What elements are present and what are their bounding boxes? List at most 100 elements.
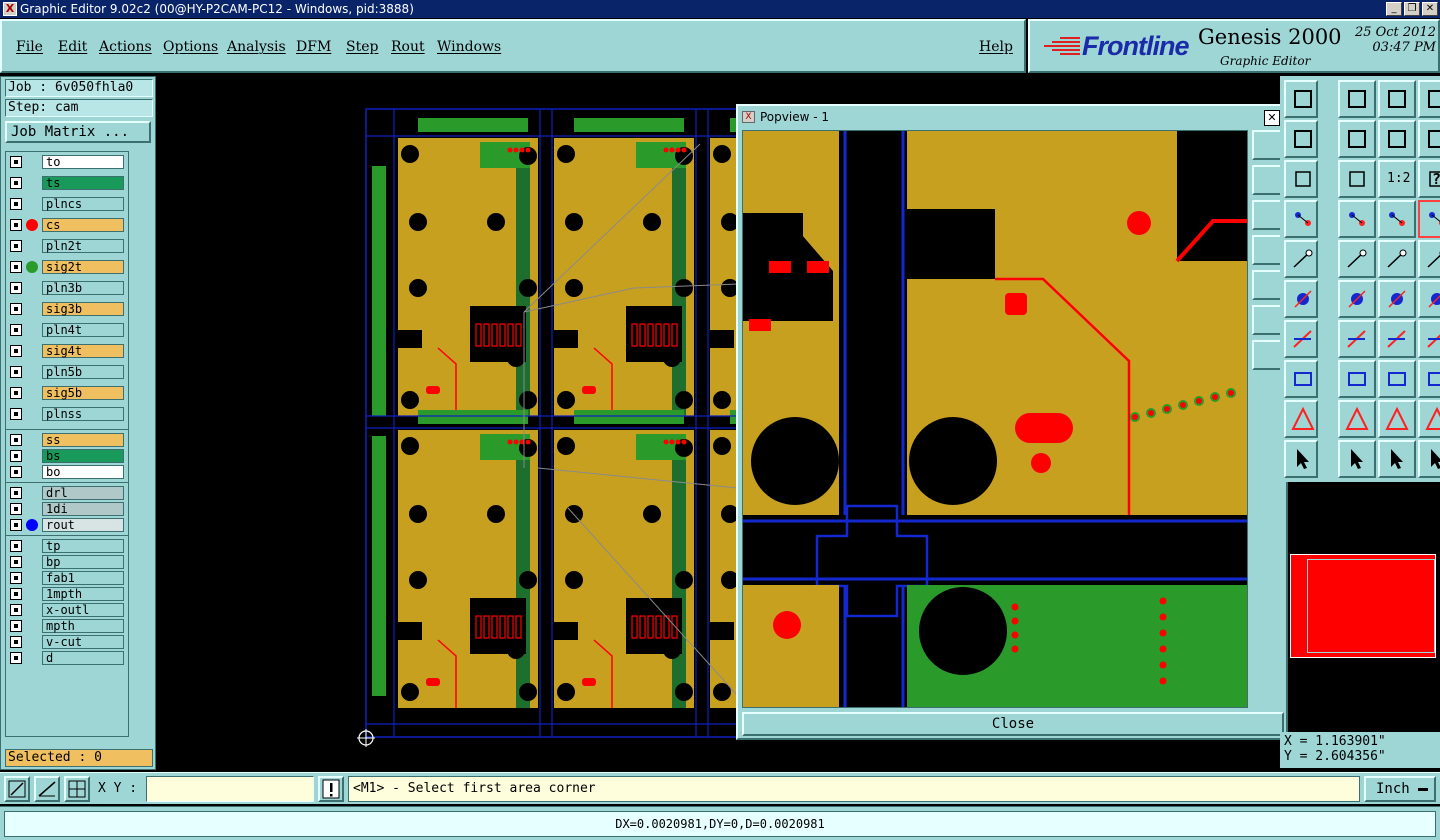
- move-icon[interactable]: [1338, 120, 1376, 158]
- layer-checkbox[interactable]: [10, 219, 22, 231]
- layer-checkbox[interactable]: [10, 324, 22, 336]
- popview-center-icon[interactable]: [1252, 340, 1282, 370]
- netlist-red-icon[interactable]: [1418, 200, 1440, 238]
- pointer-icon[interactable]: [1284, 440, 1318, 478]
- pointer-box-icon[interactable]: [1338, 440, 1376, 478]
- layer-row[interactable]: bs: [8, 449, 126, 463]
- popview-graphic[interactable]: [743, 131, 1248, 708]
- layer-checkbox[interactable]: [10, 636, 22, 648]
- pan-icon[interactable]: [1338, 160, 1376, 198]
- menu-options[interactable]: Options: [163, 39, 218, 55]
- layer-name[interactable]: sig4t: [42, 344, 124, 358]
- snap-icon[interactable]: [1284, 200, 1318, 238]
- layer-row[interactable]: bo: [8, 465, 126, 479]
- menu-file[interactable]: File: [16, 39, 43, 55]
- overview-window[interactable]: [1290, 554, 1436, 658]
- popview-down-icon[interactable]: [1252, 200, 1282, 230]
- move-line-icon[interactable]: [1338, 360, 1376, 398]
- popview-fit-icon[interactable]: [1252, 305, 1282, 335]
- layer-checkbox[interactable]: [10, 156, 22, 168]
- layer-name[interactable]: v-cut: [42, 635, 124, 649]
- unit-select[interactable]: Inch: [1364, 776, 1436, 802]
- layer-row[interactable]: x-outl: [8, 603, 126, 617]
- popview-up-icon[interactable]: [1252, 165, 1282, 195]
- layer-name[interactable]: cs: [42, 218, 124, 232]
- box-select-icon[interactable]: [1418, 240, 1440, 278]
- layer-row[interactable]: sig3b: [8, 302, 126, 316]
- layer-row[interactable]: pln5b: [8, 365, 126, 379]
- layer-checkbox[interactable]: [10, 408, 22, 420]
- triangle-red-icon[interactable]: [1378, 400, 1416, 438]
- layer-name[interactable]: bo: [42, 465, 124, 479]
- layer-checkbox[interactable]: [10, 303, 22, 315]
- triangle-blue-icon[interactable]: [1338, 400, 1376, 438]
- home-icon[interactable]: [1284, 80, 1318, 118]
- menu-help[interactable]: Help: [979, 39, 1013, 55]
- house-icon[interactable]: [1378, 80, 1416, 118]
- popview-close-button[interactable]: Close: [742, 712, 1284, 736]
- layer-name[interactable]: sig3b: [42, 302, 124, 316]
- layer-row[interactable]: to: [8, 155, 126, 169]
- layer-name[interactable]: d: [42, 651, 124, 665]
- arc-icon[interactable]: [1418, 280, 1440, 318]
- layer-name[interactable]: pln2t: [42, 239, 124, 253]
- layer-checkbox[interactable]: [10, 540, 22, 552]
- job-matrix-button[interactable]: Job Matrix ...: [5, 121, 151, 143]
- fit-icon[interactable]: [1284, 160, 1318, 198]
- layer-checkbox[interactable]: [10, 345, 22, 357]
- layer-row[interactable]: tp: [8, 539, 126, 553]
- popview-zoom-icon[interactable]: [1252, 130, 1282, 160]
- popview-right-icon[interactable]: [1252, 270, 1282, 300]
- help-icon[interactable]: ?: [1418, 160, 1440, 198]
- layer-color-dot[interactable]: [26, 219, 38, 231]
- layer-checkbox[interactable]: [10, 519, 22, 531]
- layer-checkbox[interactable]: [10, 261, 22, 273]
- layer-name[interactable]: drl: [42, 486, 124, 500]
- layer-row[interactable]: pln4t: [8, 323, 126, 337]
- undo-icon[interactable]: [1378, 120, 1416, 158]
- layer-row[interactable]: ss: [8, 433, 126, 447]
- layer-row[interactable]: pln3b: [8, 281, 126, 295]
- zoom-box-icon[interactable]: [1284, 120, 1318, 158]
- grid-mode-icon[interactable]: [64, 776, 90, 802]
- line-icon[interactable]: [1378, 280, 1416, 318]
- grid-icon[interactable]: [1338, 200, 1376, 238]
- layer-name[interactable]: 1di: [42, 502, 124, 516]
- layer-name[interactable]: bp: [42, 555, 124, 569]
- popview-left-icon[interactable]: [1252, 235, 1282, 265]
- layer-checkbox[interactable]: [10, 652, 22, 664]
- measure-mode-icon[interactable]: [34, 776, 60, 802]
- layer-row[interactable]: 1di: [8, 502, 126, 516]
- layer-row[interactable]: fab1: [8, 571, 126, 585]
- menu-analysis[interactable]: Analysis: [227, 39, 286, 55]
- menu-dfm[interactable]: DFM: [296, 39, 331, 55]
- connect-icon[interactable]: [1284, 280, 1318, 318]
- triangle-icon[interactable]: [1284, 400, 1318, 438]
- save-icon[interactable]: [1338, 80, 1376, 118]
- layer-color-dot[interactable]: [26, 261, 38, 273]
- layer-checkbox[interactable]: [10, 450, 22, 462]
- layer-name[interactable]: sig2t: [42, 260, 124, 274]
- maximize-button[interactable]: ❐: [1404, 2, 1420, 16]
- popview-canvas[interactable]: [742, 130, 1248, 708]
- layer-checkbox[interactable]: [10, 366, 22, 378]
- layer-checkbox[interactable]: [10, 588, 22, 600]
- menu-actions[interactable]: Actions: [99, 39, 152, 55]
- layer-name[interactable]: sig5b: [42, 386, 124, 400]
- layer-checkbox[interactable]: [10, 503, 22, 515]
- measure-icon[interactable]: [1284, 240, 1318, 278]
- pad-icon[interactable]: [1284, 360, 1318, 398]
- layer-row[interactable]: sig4t: [8, 344, 126, 358]
- layer-name[interactable]: pln5b: [42, 365, 124, 379]
- trace-icon[interactable]: [1284, 320, 1318, 358]
- layer-checkbox[interactable]: [10, 604, 22, 616]
- layer-checkbox[interactable]: [10, 198, 22, 210]
- layer-name[interactable]: ss: [42, 433, 124, 447]
- layer-name[interactable]: x-outl: [42, 603, 124, 617]
- group-icon[interactable]: [1418, 360, 1440, 398]
- layer-checkbox[interactable]: [10, 556, 22, 568]
- layer-name[interactable]: 1mpth: [42, 587, 124, 601]
- netlist-icon[interactable]: [1378, 200, 1416, 238]
- rotate-icon[interactable]: [1378, 320, 1416, 358]
- layer-name[interactable]: to: [42, 155, 124, 169]
